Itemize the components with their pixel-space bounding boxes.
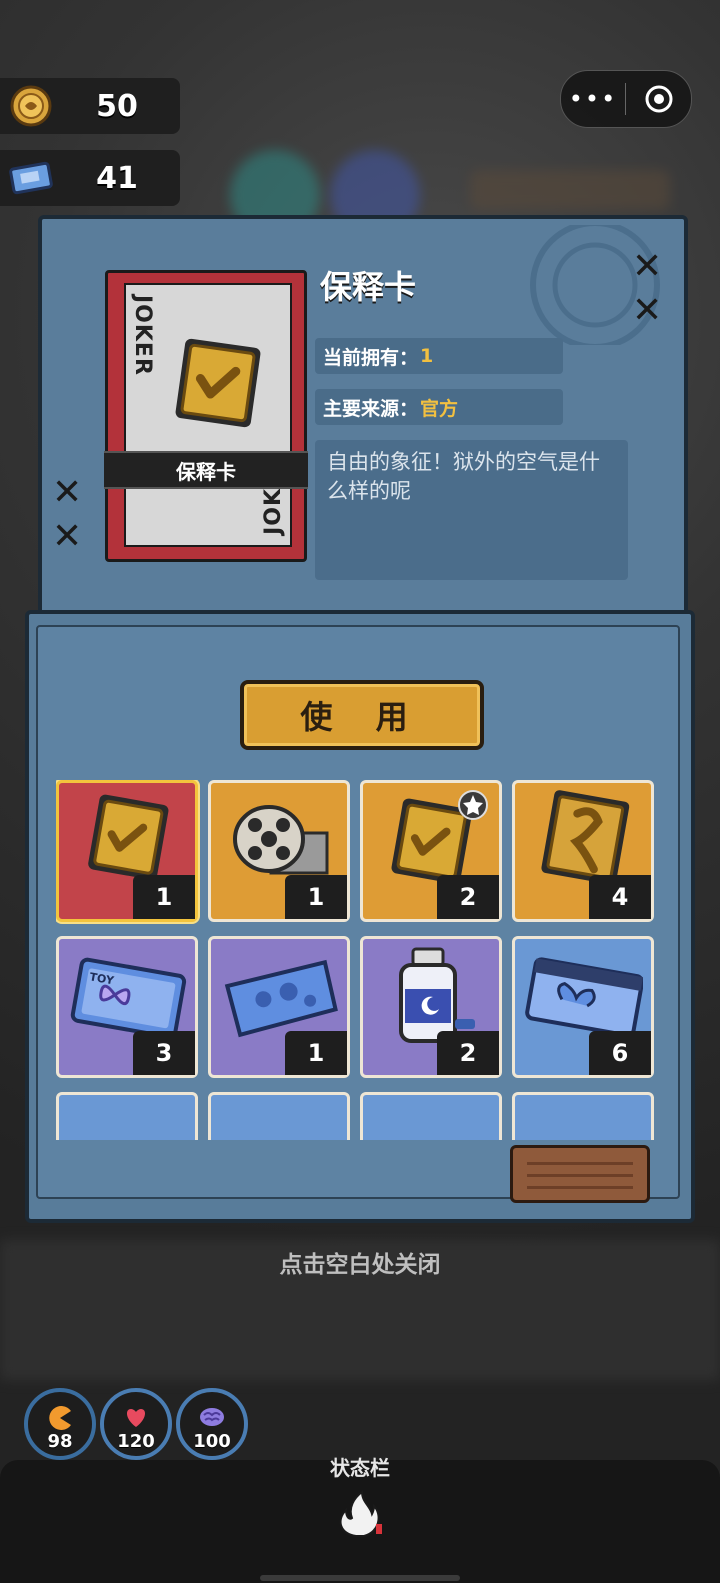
inventory-grid[interactable]: 1 1 2 4 TOY 3 1 2 6 bbox=[56, 780, 660, 1140]
bg-decor bbox=[470, 170, 670, 210]
target-icon bbox=[645, 85, 672, 113]
cross-decor-icon: ✕ bbox=[632, 290, 663, 331]
heart-icon bbox=[123, 1405, 149, 1433]
close-miniprogram-button[interactable] bbox=[626, 83, 691, 115]
brain-icon bbox=[198, 1405, 226, 1433]
coin-counter: 50 bbox=[0, 78, 180, 134]
slot-count: 6 bbox=[589, 1031, 651, 1075]
owned-row: 当前拥有： 1 bbox=[315, 338, 563, 374]
slot-count: 1 bbox=[133, 875, 195, 919]
bail-card-icon bbox=[168, 333, 268, 437]
slot-count: 1 bbox=[285, 875, 347, 919]
inventory-slot[interactable] bbox=[56, 1092, 198, 1140]
inventory-slot[interactable] bbox=[208, 1092, 350, 1140]
slot-count: 2 bbox=[437, 875, 499, 919]
coin-value: 50 bbox=[96, 88, 138, 124]
inventory-slot[interactable] bbox=[360, 1092, 502, 1140]
fire-icon[interactable] bbox=[334, 1490, 388, 1542]
source-row: 主要来源： 官方 bbox=[315, 389, 563, 425]
owned-label: 当前拥有： bbox=[323, 346, 419, 369]
stat-mind-value: 100 bbox=[193, 1431, 231, 1452]
item-title: 保释卡 bbox=[320, 268, 417, 306]
sign-line bbox=[527, 1162, 633, 1165]
stat-health-value: 120 bbox=[117, 1431, 155, 1452]
miniprogram-capsule: ••• bbox=[560, 70, 692, 128]
inventory-slot[interactable] bbox=[512, 1092, 654, 1140]
coin-icon bbox=[8, 85, 54, 127]
stat-health[interactable]: 120 bbox=[100, 1388, 172, 1460]
owned-value: 1 bbox=[420, 345, 434, 367]
cross-decor-icon: ✕ bbox=[632, 246, 663, 287]
close-hint: 点击空白处关闭 bbox=[279, 1252, 441, 1278]
sign-line bbox=[527, 1174, 633, 1177]
joker-text-top: JOKER bbox=[130, 295, 155, 376]
sign-line bbox=[527, 1186, 633, 1189]
cross-decor-icon: ✕ bbox=[52, 516, 83, 557]
slot-count: 1 bbox=[285, 1031, 347, 1075]
stat-mind[interactable]: 100 bbox=[176, 1388, 248, 1460]
slot-count: 3 bbox=[133, 1031, 195, 1075]
more-menu-button[interactable]: ••• bbox=[561, 85, 625, 113]
inventory-slot[interactable]: 2 bbox=[360, 780, 502, 922]
inventory-slot[interactable]: 6 bbox=[512, 936, 654, 1078]
inventory-slot[interactable]: 1 bbox=[56, 780, 198, 922]
slot-count: 4 bbox=[589, 875, 651, 919]
use-button[interactable]: 使 用 bbox=[240, 680, 484, 750]
cross-decor-icon: ✕ bbox=[52, 472, 83, 513]
inventory-slot[interactable]: 1 bbox=[208, 936, 350, 1078]
inventory-slot[interactable]: TOY 3 bbox=[56, 936, 198, 1078]
slot-count: 2 bbox=[437, 1031, 499, 1075]
inventory-slot[interactable]: 2 bbox=[360, 936, 502, 1078]
ticket-icon bbox=[8, 158, 54, 198]
source-label: 主要来源： bbox=[323, 397, 419, 420]
status-bar-label[interactable]: 状态栏 bbox=[0, 1452, 720, 1481]
inventory-slot[interactable]: 1 bbox=[208, 780, 350, 922]
stat-hunger-value: 98 bbox=[47, 1431, 73, 1452]
inventory-slot[interactable]: 4 bbox=[512, 780, 654, 922]
source-value: 官方 bbox=[420, 397, 459, 420]
item-card: JOKER JOKER 保释卡 bbox=[104, 270, 308, 562]
card-face: JOKER JOKER bbox=[124, 283, 292, 547]
ticket-counter: 41 bbox=[0, 150, 180, 206]
item-description: 自由的象征！狱外的空气是什么样的呢 bbox=[315, 440, 628, 580]
stat-hunger[interactable]: 98 bbox=[24, 1388, 96, 1460]
wooden-sign-decor bbox=[510, 1145, 650, 1203]
ticket-value: 41 bbox=[96, 160, 138, 196]
card-name-banner: 保释卡 bbox=[104, 451, 308, 489]
home-indicator bbox=[260, 1575, 460, 1581]
